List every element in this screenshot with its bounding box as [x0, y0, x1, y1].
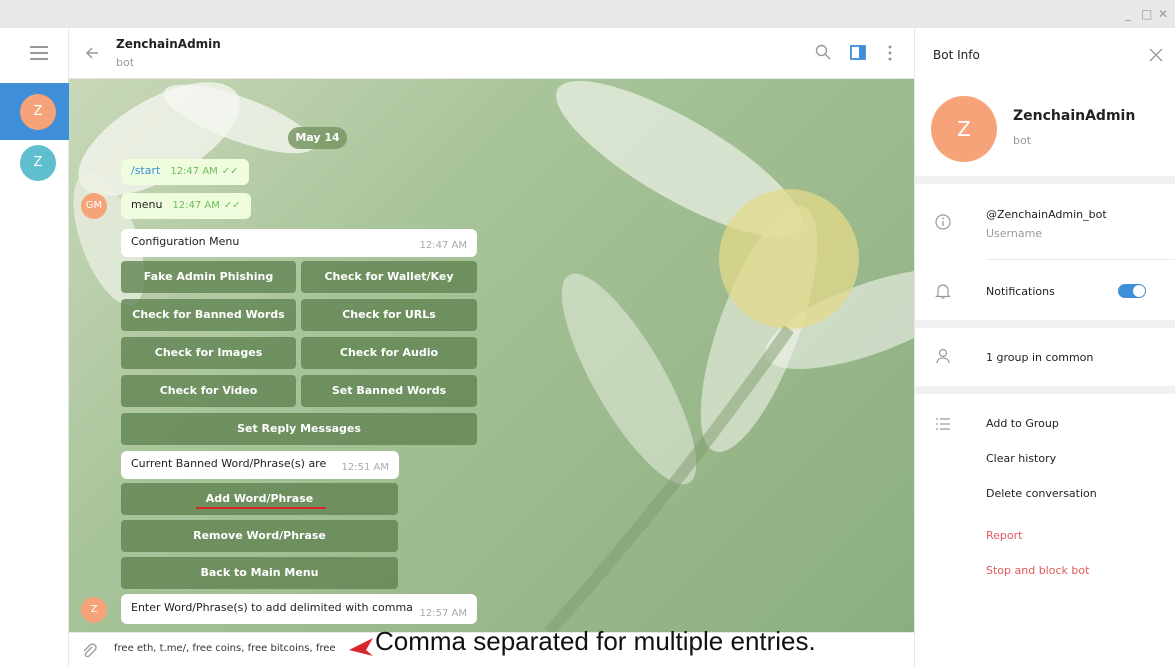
keyboard-button-check-wallet-key[interactable]: Check for Wallet/Key: [301, 261, 477, 293]
attach-icon[interactable]: [81, 643, 97, 659]
keyboard-button-back-to-main-menu[interactable]: Back to Main Menu: [121, 557, 398, 589]
chat-header: ZenchainAdmin bot: [69, 28, 914, 79]
message-time: 12:47 AM: [419, 240, 467, 251]
keyboard-button-label: Add Word/Phrase: [205, 492, 314, 505]
bot-subtitle: bot: [1013, 134, 1032, 147]
search-icon[interactable]: [815, 44, 831, 60]
chat-messages-area[interactable]: May 14 /start 12:47 AM ✓✓ GM menu 12:47 AM ✓…: [69, 79, 914, 632]
message-text: Enter Word/Phrase(s) to add delimited wi…: [131, 601, 413, 614]
read-check-icon: ✓✓: [223, 200, 241, 211]
delete-conversation-button[interactable]: Delete conversation: [986, 487, 1097, 500]
clear-history-button[interactable]: Clear history: [986, 452, 1056, 465]
chat-item-selected[interactable]: Z: [0, 83, 69, 140]
keyboard-button-add-word-phrase[interactable]: Add Word/Phrase: [121, 483, 398, 515]
bot-name: ZenchainAdmin: [1013, 108, 1136, 124]
section-divider: [915, 176, 1175, 184]
message-time: 12:51 AM: [341, 462, 389, 473]
message-time: 12:47 AM: [170, 166, 218, 177]
window-titlebar: _ □ ✕: [0, 0, 1175, 28]
row-divider: [986, 259, 1175, 260]
message-bubble[interactable]: /start 12:47 AM ✓✓: [121, 159, 249, 185]
section-divider: [915, 386, 1175, 394]
user-icon: [936, 348, 950, 364]
keyboard-button-set-banned-words[interactable]: Set Banned Words: [301, 375, 477, 407]
message-time: 12:57 AM: [419, 608, 467, 619]
report-button[interactable]: Report: [986, 529, 1022, 542]
maximize-button[interactable]: □: [1141, 7, 1152, 21]
message-bubble[interactable]: Configuration Menu 12:47 AM: [121, 229, 477, 257]
minimize-button[interactable]: _: [1125, 7, 1131, 21]
chat-list-sidebar: Z Z: [0, 28, 69, 667]
add-to-group-button[interactable]: Add to Group: [986, 417, 1059, 430]
keyboard-button-check-images[interactable]: Check for Images: [121, 337, 296, 369]
panel-title: Bot Info: [933, 48, 980, 62]
bot-profile-avatar[interactable]: Z: [931, 96, 997, 162]
message-text: menu: [131, 198, 163, 211]
notifications-label: Notifications: [986, 285, 1055, 298]
message-text[interactable]: /start: [131, 164, 160, 177]
keyboard-button-check-banned-words[interactable]: Check for Banned Words: [121, 299, 296, 331]
highlight-underline: [196, 507, 326, 509]
stop-and-block-button[interactable]: Stop and block bot: [986, 564, 1089, 577]
bot-info-panel: Bot Info Z ZenchainAdmin bot @ZenchainAd…: [914, 28, 1175, 667]
list-icon: [936, 418, 950, 430]
keyboard-button-set-reply-messages[interactable]: Set Reply Messages: [121, 413, 477, 445]
chat-avatar: Z: [20, 94, 56, 130]
chat-item[interactable]: Z: [0, 143, 69, 183]
bell-icon: [935, 284, 951, 299]
message-time: 12:47 AM: [172, 200, 220, 211]
date-separator: May 14: [288, 127, 347, 149]
menu-icon[interactable]: [30, 46, 48, 64]
more-options-icon[interactable]: [888, 45, 892, 61]
message-bubble[interactable]: menu 12:47 AM ✓✓: [121, 193, 251, 219]
keyboard-button-fake-admin-phishing[interactable]: Fake Admin Phishing: [121, 261, 296, 293]
chat-subtitle: bot: [116, 56, 135, 69]
message-bubble[interactable]: Current Banned Word/Phrase(s) are 12:51 A…: [121, 451, 399, 479]
keyboard-button-check-urls[interactable]: Check for URLs: [301, 299, 477, 331]
read-check-icon: ✓✓: [221, 166, 239, 177]
close-icon[interactable]: [1149, 48, 1163, 62]
notifications-toggle[interactable]: [1118, 284, 1146, 298]
annotation-arrow-icon: [349, 638, 373, 656]
back-arrow-icon[interactable]: [84, 45, 100, 61]
sidebar-toggle-icon[interactable]: [850, 45, 866, 60]
user-avatar[interactable]: GM: [81, 193, 107, 219]
chat-avatar: Z: [20, 145, 56, 181]
keyboard-button-remove-word-phrase[interactable]: Remove Word/Phrase: [121, 520, 398, 552]
close-window-button[interactable]: ✕: [1158, 7, 1168, 21]
groups-in-common[interactable]: 1 group in common: [986, 351, 1093, 364]
message-bubble[interactable]: Enter Word/Phrase(s) to add delimited wi…: [121, 594, 477, 624]
keyboard-button-check-audio[interactable]: Check for Audio: [301, 337, 477, 369]
keyboard-button-check-video[interactable]: Check for Video: [121, 375, 296, 407]
message-input[interactable]: free eth, t.me/, free coins, free bitcoi…: [114, 643, 336, 654]
username-label: Username: [986, 227, 1043, 240]
annotation-callout: Comma separated for multiple entries.: [375, 626, 816, 656]
toggle-knob: [1133, 285, 1145, 297]
bot-username[interactable]: @ZenchainAdmin_bot: [986, 208, 1107, 221]
message-text: Configuration Menu: [131, 235, 240, 248]
bot-avatar[interactable]: Z: [81, 597, 107, 623]
message-text: Current Banned Word/Phrase(s) are: [131, 457, 327, 470]
chat-title[interactable]: ZenchainAdmin: [116, 37, 221, 51]
info-icon: [935, 214, 951, 230]
section-divider: [915, 320, 1175, 328]
